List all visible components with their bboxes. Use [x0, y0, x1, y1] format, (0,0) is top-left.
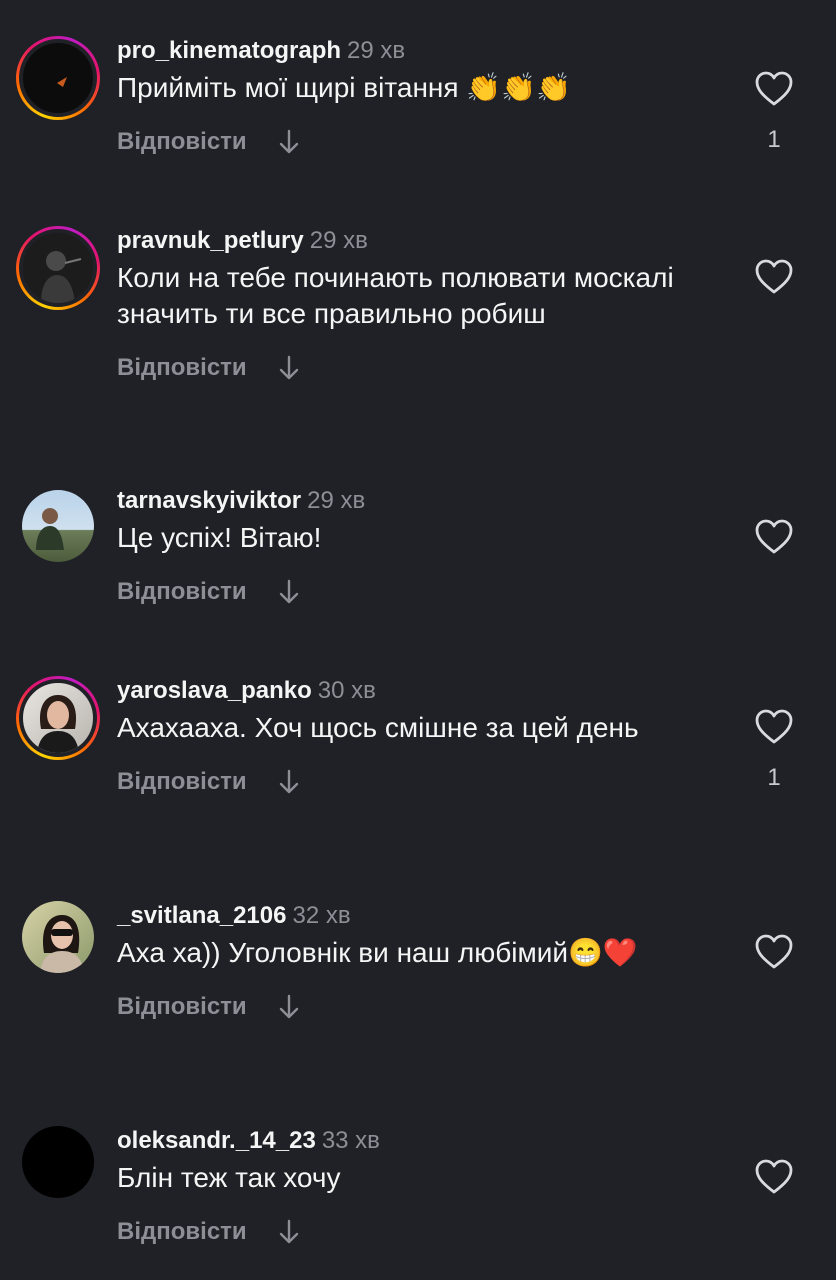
username[interactable]: oleksandr._14_23 — [117, 1127, 316, 1154]
heart-icon[interactable] — [754, 518, 794, 556]
heart-icon[interactable] — [754, 1158, 794, 1196]
like-control — [752, 258, 796, 296]
avatar — [22, 490, 94, 562]
comment-text: Коли на тебе починають полювати москалі … — [117, 262, 674, 329]
like-count: 1 — [767, 126, 781, 153]
like-control — [752, 518, 796, 556]
username[interactable]: pro_kinematograph — [117, 37, 341, 64]
reply-button[interactable]: Відповісти — [117, 993, 247, 1021]
arrow-down-icon[interactable] — [277, 128, 301, 156]
heart-icon[interactable] — [754, 70, 794, 108]
avatar-story-ring[interactable] — [16, 676, 100, 760]
arrow-down-icon[interactable] — [277, 1218, 301, 1246]
like-control — [752, 933, 796, 971]
comment-meta: yaroslava_panko 30 хв — [117, 676, 737, 706]
avatar-wrap[interactable] — [16, 484, 100, 568]
comment-actions: Відповісти — [117, 1218, 737, 1246]
comment-actions: Відповісти — [117, 993, 737, 1021]
reply-button[interactable]: Відповісти — [117, 768, 247, 796]
arrow-down-icon[interactable] — [277, 578, 301, 606]
like-control — [752, 1158, 796, 1196]
arrow-down-icon[interactable] — [277, 768, 301, 796]
comment-time: 32 хв — [292, 902, 351, 929]
comment-time: 29 хв — [307, 487, 366, 514]
like-count: 1 — [767, 764, 781, 791]
heart-icon[interactable] — [754, 258, 794, 296]
avatar-wrap[interactable] — [16, 895, 100, 979]
heart-icon[interactable] — [754, 708, 794, 746]
comment-text: Прийміть мої щирі вітання 👏👏👏 — [117, 72, 571, 103]
comment-text: Блін теж так хочу — [117, 1162, 341, 1193]
arrow-down-icon[interactable] — [277, 354, 301, 382]
avatar-wrap[interactable] — [16, 1120, 100, 1204]
comment-meta: pravnuk_petlury 29 хв — [117, 226, 737, 256]
avatar-story-ring[interactable] — [16, 226, 100, 310]
avatar — [19, 229, 97, 307]
avatar — [19, 679, 97, 757]
avatar-story-ring[interactable] — [16, 36, 100, 120]
comment-meta: tarnavskyiviktor 29 хв — [117, 486, 737, 516]
reply-button[interactable]: Відповісти — [117, 128, 247, 156]
reply-button[interactable]: Відповісти — [117, 354, 247, 382]
comment-text: Аха ха)) Уголовнік ви наш любімий😁❤️ — [117, 937, 638, 968]
comment-time: 29 хв — [309, 227, 368, 254]
comment-actions: Відповісти — [117, 128, 737, 156]
username[interactable]: pravnuk_petlury — [117, 227, 304, 254]
comment-time: 33 хв — [321, 1127, 380, 1154]
comment-actions: Відповісти — [117, 578, 737, 606]
avatar — [22, 1126, 94, 1198]
reply-button[interactable]: Відповісти — [117, 578, 247, 606]
like-control: 1 — [752, 708, 796, 792]
comment-time: 29 хв — [347, 37, 406, 64]
heart-icon[interactable] — [754, 933, 794, 971]
avatar — [19, 39, 97, 117]
comment-meta: pro_kinematograph 29 хв — [117, 36, 737, 66]
comment-meta: _svitlana_2106 32 хв — [117, 901, 737, 931]
comment-actions: Відповісти — [117, 354, 737, 382]
reply-button[interactable]: Відповісти — [117, 1218, 247, 1246]
like-control: 1 — [752, 70, 796, 154]
comment-text: Ахахааха. Хоч щось смішне за цей день — [117, 712, 639, 743]
username[interactable]: yaroslava_panko — [117, 677, 312, 704]
username[interactable]: _svitlana_2106 — [117, 902, 286, 929]
comment-meta: oleksandr._14_23 33 хв — [117, 1126, 737, 1156]
arrow-down-icon[interactable] — [277, 993, 301, 1021]
comment-text: Це успіх! Вітаю! — [117, 522, 322, 553]
username[interactable]: tarnavskyiviktor — [117, 487, 301, 514]
comment-actions: Відповісти — [117, 768, 737, 796]
avatar — [22, 901, 94, 973]
comment-time: 30 хв — [317, 677, 376, 704]
